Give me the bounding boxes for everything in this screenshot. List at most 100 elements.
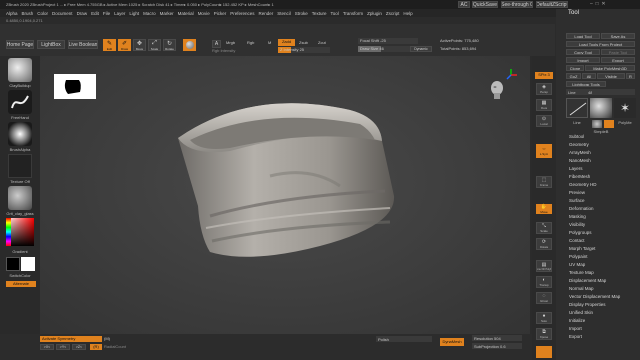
- menu-alpha[interactable]: Alpha: [4, 11, 20, 16]
- tool-thumbnail-small-1[interactable]: [592, 120, 602, 128]
- export-button[interactable]: Export: [601, 57, 635, 63]
- move-mode-button[interactable]: ✥ Move: [133, 39, 146, 51]
- r-button[interactable]: R: [626, 73, 635, 79]
- zsub-button[interactable]: Zsub: [299, 40, 313, 45]
- spix-button[interactable]: SPix 3: [535, 72, 553, 79]
- menu-material[interactable]: Material: [176, 11, 196, 16]
- axis-gizmo-icon[interactable]: [504, 68, 518, 82]
- switch-color-label[interactable]: SwitchColor: [2, 273, 38, 278]
- menu-marker[interactable]: Marker: [158, 11, 176, 16]
- menu-document[interactable]: Document: [50, 11, 75, 16]
- section-polygroups[interactable]: Polygroups: [569, 230, 592, 235]
- menu-color[interactable]: Color: [35, 11, 50, 16]
- menu-texture[interactable]: Texture: [310, 11, 329, 16]
- section-arraymesh[interactable]: ArrayMesh: [569, 150, 591, 155]
- menu-macro[interactable]: Macro: [141, 11, 158, 16]
- sym-x-button[interactable]: >X<: [40, 344, 54, 350]
- focal-shift-slider[interactable]: Focal Shift -25: [358, 38, 418, 44]
- freehand-stroke[interactable]: [8, 90, 32, 114]
- resolution-slider[interactable]: Resolution 504: [472, 335, 522, 341]
- edit-mode-button[interactable]: ✎ Edit: [103, 39, 116, 51]
- quicksave-button[interactable]: QuickSave: [472, 1, 498, 8]
- menu-layer[interactable]: Layer: [112, 11, 127, 16]
- window-controls[interactable]: – □ ✕: [590, 1, 630, 8]
- clay-buildup-brush[interactable]: [8, 58, 32, 82]
- draw-mode-button[interactable]: ✐ Draw: [118, 39, 131, 51]
- menu-tool[interactable]: Tool: [329, 11, 341, 16]
- all-button[interactable]: All: [582, 73, 596, 79]
- a-button[interactable]: A: [212, 40, 221, 48]
- section-contact[interactable]: Contact: [569, 238, 585, 243]
- brush-alpha[interactable]: [8, 122, 32, 146]
- save-as-button[interactable]: Save As: [601, 33, 635, 39]
- section-deformation[interactable]: Deformation: [569, 206, 594, 211]
- paste-tool-button[interactable]: Paste Tool: [601, 49, 635, 55]
- menu-render[interactable]: Render: [256, 11, 275, 16]
- section-morph-target[interactable]: Morph Target: [569, 246, 595, 251]
- rgb-intensity-slider[interactable]: Rgb Intensity: [212, 48, 248, 53]
- menu-edit[interactable]: Edit: [89, 11, 101, 16]
- menu-stroke[interactable]: Stroke: [293, 11, 310, 16]
- section-layers[interactable]: Layers: [569, 166, 583, 171]
- tool-thumbnail-small-2[interactable]: [604, 120, 614, 128]
- m-toggle[interactable]: M: [268, 40, 276, 45]
- default-zscript-button[interactable]: DefaultZScript: [536, 1, 568, 8]
- menu-help[interactable]: Help: [401, 11, 414, 16]
- load-tools-from-project-button[interactable]: Load Tools From Project: [566, 41, 635, 47]
- radial-r-button[interactable]: (R): [90, 344, 102, 350]
- tool-thumbnail-current[interactable]: [566, 98, 588, 118]
- section-uv-map[interactable]: UV Map: [569, 262, 585, 267]
- main-color-swatch[interactable]: [6, 257, 20, 271]
- menu-light[interactable]: Light: [127, 11, 141, 16]
- bottom-shelf-icon[interactable]: [536, 346, 552, 358]
- ghost-button[interactable]: ◌ Ghost: [536, 292, 552, 304]
- scale-view-button[interactable]: ⤡ Scale: [536, 222, 552, 234]
- section-unified-skin[interactable]: Unified Skin: [569, 310, 593, 315]
- section-initialize[interactable]: Initialize: [569, 318, 585, 323]
- make-polymesh3d-button[interactable]: Make PolyMesh3D: [585, 65, 635, 71]
- section-import[interactable]: Import: [569, 326, 582, 331]
- menu-picker[interactable]: Picker: [212, 11, 229, 16]
- radial-count-slider[interactable]: RadialCount: [104, 344, 134, 349]
- see-through-slider[interactable]: See-through 0: [501, 1, 533, 8]
- home-page-button[interactable]: Home Page: [6, 40, 34, 49]
- menu-file[interactable]: File: [101, 11, 112, 16]
- section-texture-map[interactable]: Texture Map: [569, 270, 594, 275]
- z-intensity-slider[interactable]: Z Intensity 25: [278, 47, 330, 53]
- menu-movie[interactable]: Movie: [196, 11, 212, 16]
- lsym-button[interactable]: ⇔ L.Sym: [536, 144, 552, 158]
- rotate-view-button[interactable]: ⟳ Rotate: [536, 238, 552, 250]
- dynamesh-button[interactable]: DynaMesh: [440, 338, 464, 346]
- material-slot[interactable]: [8, 186, 32, 210]
- sculpt-model[interactable]: [170, 96, 410, 266]
- tool-thumbnail-polymesh[interactable]: ✶: [614, 98, 636, 118]
- xpose-button[interactable]: ⧉ Xpose: [536, 328, 552, 340]
- tool-panel-title[interactable]: Tool: [568, 10, 579, 16]
- section-nanomesh[interactable]: NanoMesh: [569, 158, 591, 163]
- menu-zplugin[interactable]: Zplugin: [365, 11, 384, 16]
- tool-thumbnail-simplebrush[interactable]: [590, 98, 612, 118]
- dynamic-button[interactable]: Dynamic: [410, 46, 432, 52]
- zadd-button[interactable]: Zadd: [278, 39, 295, 46]
- mrgb-toggle[interactable]: Mrgb: [226, 40, 242, 45]
- draw-size-slider[interactable]: Draw Size 46: [358, 46, 418, 52]
- viewport-canvas[interactable]: [40, 56, 530, 334]
- floor-button[interactable]: ▦ Floor: [536, 99, 552, 111]
- section-visibility[interactable]: Visibility: [569, 222, 585, 227]
- polyf-button[interactable]: ▤ Line Fill PolyF: [536, 260, 552, 272]
- polish-slider[interactable]: Polish: [376, 336, 432, 342]
- frame-button[interactable]: ⬚ Frame: [536, 176, 552, 188]
- section-fibermesh[interactable]: FiberMesh: [569, 174, 590, 179]
- menu-draw[interactable]: Draw: [75, 11, 90, 16]
- current-tool-slider[interactable]: Line 48: [566, 89, 635, 95]
- sym-z-button[interactable]: >Z<: [72, 344, 86, 350]
- scale-mode-button[interactable]: ⤢ Scale: [148, 39, 161, 51]
- section-geometry[interactable]: Geometry: [569, 142, 589, 147]
- section-surface[interactable]: Surface: [569, 198, 585, 203]
- section-polypaint[interactable]: Polypaint: [569, 254, 588, 259]
- section-masking[interactable]: Masking: [569, 214, 586, 219]
- ac-button[interactable]: AC: [458, 1, 470, 8]
- texture-slot[interactable]: [8, 154, 32, 178]
- mirror-toggle[interactable]: (M): [104, 336, 114, 341]
- rgb-toggle[interactable]: Rgb: [247, 40, 257, 45]
